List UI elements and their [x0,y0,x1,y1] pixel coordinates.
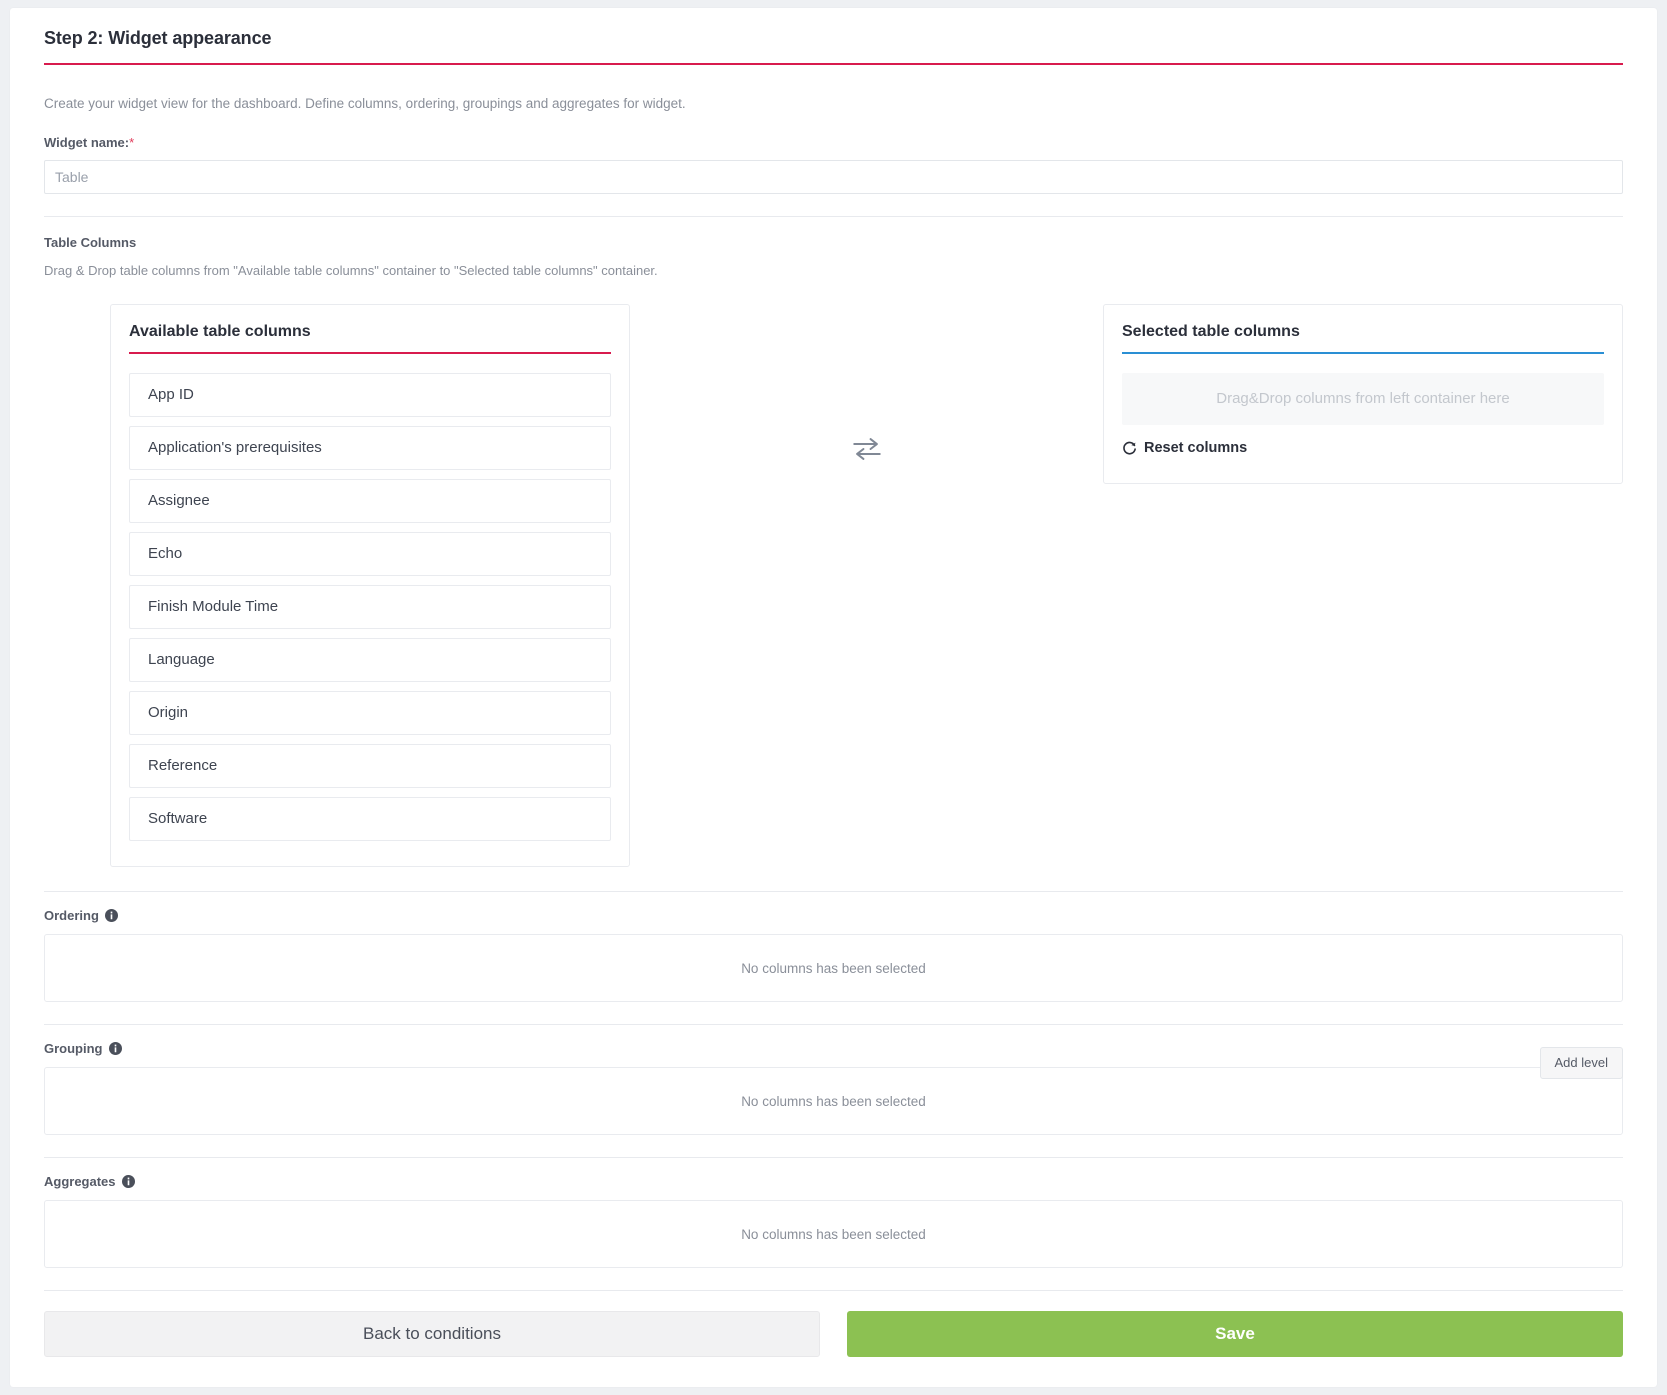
info-icon[interactable] [121,1175,135,1188]
grouping-label: Grouping [44,1041,1623,1056]
grouping-empty-text: No columns has been selected [741,1093,926,1109]
add-level-button[interactable]: Add level [1539,1047,1623,1079]
section-divider-2 [44,891,1623,892]
section-divider-4 [44,1157,1623,1158]
section-divider-1 [44,216,1623,217]
refresh-icon [1123,441,1136,455]
panel-gap [630,304,1103,504]
ordering-section: Ordering No columns has been selected [44,908,1623,1002]
aggregates-empty-text: No columns has been selected [741,1226,926,1242]
reset-columns-button[interactable]: Reset columns [1122,440,1247,456]
list-item[interactable]: Reference [129,744,611,788]
grouping-empty-box[interactable]: No columns has been selected [44,1067,1623,1135]
table-columns-title: Table Columns [44,235,137,250]
selected-columns-title: Selected table columns [1122,323,1300,340]
ordering-label: Ordering [44,908,1623,923]
info-icon[interactable] [108,1042,122,1055]
available-panel-rule [129,352,611,354]
reset-columns-label: Reset columns [1144,440,1248,456]
ordering-empty-text: No columns has been selected [741,960,926,976]
list-item[interactable]: Assignee [129,479,611,523]
ordering-label-text: Ordering [44,908,99,923]
list-item[interactable]: Application's prerequisites [129,426,611,470]
widget-name-label-text: Widget name: [44,135,130,150]
header-accent-rule [44,63,1623,65]
step-header: Step 2: Widget appearance [44,8,1623,65]
page-title: Step 2: Widget appearance [44,28,272,48]
grouping-label-text: Grouping [44,1041,103,1056]
list-item[interactable]: Software [129,797,611,841]
table-columns-subtitle: Drag & Drop table columns from "Availabl… [44,263,658,278]
list-item[interactable]: Finish Module Time [129,585,611,629]
swap-horizontal-icon [852,438,881,460]
list-item[interactable]: App ID [129,373,611,417]
selected-columns-dropzone[interactable]: Drag&Drop columns from left container he… [1122,373,1604,425]
selected-columns-panel: Selected table columns Drag&Drop columns… [1103,304,1623,484]
ordering-empty-box[interactable]: No columns has been selected [44,934,1623,1002]
aggregates-empty-box[interactable]: No columns has been selected [44,1200,1623,1268]
list-item[interactable]: Echo [129,532,611,576]
widget-name-input[interactable] [44,160,1623,194]
list-item[interactable]: Origin [129,691,611,735]
footer-actions: Back to conditions Save [44,1311,1623,1377]
aggregates-section: Aggregates No columns has been selected [44,1174,1623,1268]
available-columns-panel: Available table columns App ID Applicati… [110,304,630,867]
available-columns-title: Available table columns [129,323,311,340]
wizard-card: Step 2: Widget appearance Create your wi… [10,8,1657,1387]
back-to-conditions-button[interactable]: Back to conditions [44,1311,820,1357]
save-button[interactable]: Save [847,1311,1623,1357]
selected-panel-rule [1122,352,1604,354]
grouping-section: Grouping Add level No columns has been s… [44,1041,1623,1135]
dual-list-wrapper: Available table columns App ID Applicati… [44,304,1623,869]
available-columns-list[interactable]: App ID Application's prerequisites Assig… [129,373,611,850]
intro-description: Create your widget view for the dashboar… [44,96,686,111]
info-icon[interactable] [104,909,118,922]
required-asterisk: * [129,135,135,150]
section-divider-5 [44,1290,1623,1291]
list-item[interactable]: Language [129,638,611,682]
page-root: Step 2: Widget appearance Create your wi… [0,0,1667,1395]
aggregates-label-text: Aggregates [44,1174,116,1189]
section-divider-3 [44,1024,1623,1025]
aggregates-label: Aggregates [44,1174,1623,1189]
widget-name-label: Widget name:* [44,135,1623,150]
